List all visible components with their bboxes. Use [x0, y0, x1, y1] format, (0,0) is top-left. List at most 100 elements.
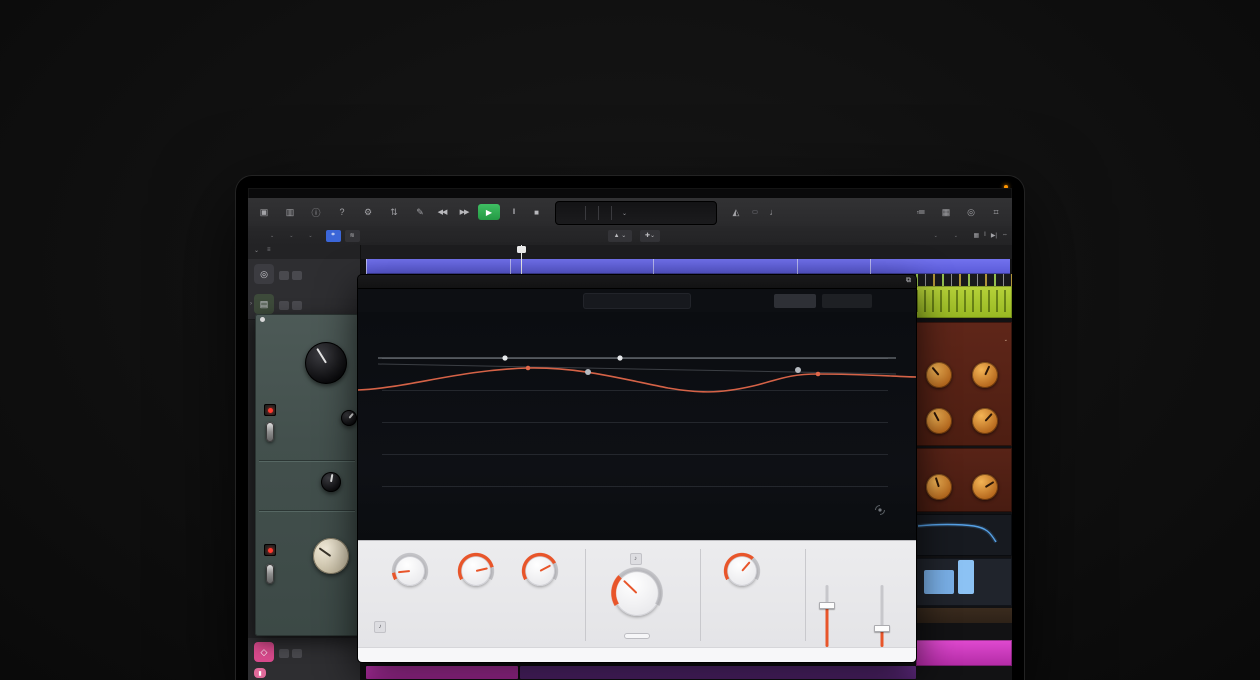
midi-region-magenta[interactable]	[916, 640, 1012, 666]
track-header-batterie[interactable]: ◎	[248, 259, 360, 290]
distance-knob[interactable]	[727, 556, 757, 586]
rewind-button[interactable]: ◀◀	[434, 208, 450, 216]
cutoff-knob[interactable]	[926, 362, 952, 388]
eq-handle[interactable]	[795, 367, 801, 373]
pause-button[interactable]: ‖	[506, 209, 522, 216]
curve-point[interactable]	[816, 372, 821, 377]
toggle-switch[interactable]	[266, 422, 274, 442]
zoom-icon[interactable]: ⇔	[1002, 232, 1008, 239]
playhead-handle[interactable]	[517, 246, 526, 253]
catch-playhead-icon[interactable]: ▦	[973, 232, 979, 239]
low-boost-knob[interactable]	[305, 342, 347, 384]
purple-region[interactable]	[520, 666, 916, 679]
freeze-button[interactable]	[624, 633, 650, 639]
mixer-icon[interactable]: ▥	[282, 207, 298, 218]
scroll-icon[interactable]: ▶|	[991, 232, 997, 239]
menu-functions[interactable]: ⌄	[287, 233, 293, 239]
room-type-selector[interactable]	[583, 293, 691, 309]
grid-snap-icon[interactable]: ⌗	[326, 230, 341, 242]
dry-slider[interactable]	[819, 602, 835, 609]
attack-knob[interactable]	[395, 556, 425, 586]
pencil-icon[interactable]: ✎	[412, 207, 428, 218]
mute-button[interactable]	[279, 271, 289, 280]
reverb-output-icon[interactable]	[872, 502, 888, 518]
time-r-knob[interactable]	[972, 408, 998, 434]
note-pads-icon[interactable]: ▦	[938, 207, 954, 218]
bar-ruler[interactable]	[248, 245, 1012, 260]
density-knob[interactable]	[525, 556, 555, 586]
secondary-tool-selector[interactable]: ✚⌄	[640, 230, 660, 242]
audio-region[interactable]	[366, 259, 510, 274]
size-control	[446, 549, 506, 586]
curve-point[interactable]	[526, 366, 531, 371]
er-output-knob[interactable]	[972, 474, 998, 500]
link-window-icon[interactable]: ⧉	[906, 277, 911, 285]
settings-gear-icon[interactable]: ⚙	[360, 207, 376, 218]
audio-region[interactable]	[797, 259, 870, 274]
tab-details[interactable]	[822, 294, 872, 308]
solo-button[interactable]	[292, 271, 302, 280]
play-button[interactable]: ▶	[478, 204, 500, 220]
in-button[interactable]	[264, 544, 276, 556]
list-editors-icon[interactable]: ≔	[913, 207, 929, 218]
metronome-icon[interactable]: ◭	[728, 207, 744, 218]
mute-button[interactable]	[279, 301, 289, 310]
toolbox-icon[interactable]: ▣	[256, 207, 272, 218]
count-in-icon[interactable]	[752, 210, 758, 214]
decay-knob[interactable]	[614, 570, 660, 616]
audio-region[interactable]	[653, 259, 797, 274]
in-button[interactable]	[264, 404, 276, 416]
sync-note-icon[interactable]: ♪	[374, 621, 386, 633]
time-l-knob[interactable]	[926, 408, 952, 434]
midi-region-green[interactable]	[916, 286, 1012, 318]
browser-icon[interactable]: ◎	[963, 207, 979, 218]
audio-region[interactable]	[510, 259, 653, 274]
toggle-switch[interactable]	[266, 564, 274, 584]
menu-edit[interactable]: ⌄	[268, 233, 274, 239]
window-close-icon[interactable]	[260, 317, 265, 322]
tuner-icon[interactable]: ♩	[766, 207, 782, 217]
eq-handle[interactable]	[502, 355, 507, 360]
damping-eq-display[interactable]	[358, 312, 916, 540]
filter-curve-panel[interactable]	[916, 514, 1012, 556]
chevron-down-icon[interactable]: ⌄	[622, 210, 627, 217]
eq-handle[interactable]	[585, 369, 591, 375]
track-header-sonnaille[interactable]: ◇	[248, 638, 360, 667]
chevron-down-icon: ⌄	[289, 233, 293, 239]
eq-handle[interactable]	[617, 355, 622, 360]
low-select-knob[interactable]	[341, 410, 357, 426]
menu-view[interactable]: ⌄	[306, 233, 312, 239]
editors-icon[interactable]: ⇅	[386, 207, 402, 218]
tab-main[interactable]	[774, 294, 816, 308]
delay-mix-knob[interactable]	[972, 362, 998, 388]
smart-controls-icon[interactable]: ⓘ	[308, 206, 324, 219]
wet-control	[857, 549, 907, 644]
stop-button[interactable]: ■	[528, 208, 544, 217]
quick-help-icon[interactable]: ?	[334, 207, 350, 217]
er-mix-knob[interactable]	[926, 474, 952, 500]
pointer-tool-selector[interactable]: ▲ ⌄	[608, 230, 632, 242]
controls-icon[interactable]: ⌗	[988, 207, 1004, 218]
mid-knob[interactable]	[321, 472, 341, 492]
chromaverb-title-bar[interactable]: ⧉	[358, 275, 916, 289]
track-zoom-icon[interactable]: ≡	[267, 247, 271, 254]
solo-button[interactable]	[292, 301, 302, 310]
crossfade-icon[interactable]: ≋	[345, 230, 360, 242]
lcd-display[interactable]: ⌄	[555, 201, 717, 225]
sync-note-icon[interactable]: ♪	[630, 553, 642, 565]
mute-button[interactable]	[279, 649, 289, 658]
audio-region[interactable]	[870, 259, 1010, 274]
decay-control: ♪	[603, 545, 671, 644]
global-tracks-icon[interactable]: ⌄	[254, 247, 259, 254]
disclosure-triangle-icon[interactable]: ›	[250, 301, 252, 307]
track-header-conga[interactable]: ▮	[248, 666, 360, 680]
midi-region-multicolor[interactable]	[916, 274, 1012, 286]
conga-region[interactable]	[366, 666, 518, 679]
text-tool-icon[interactable]: I	[984, 232, 986, 239]
solo-button[interactable]	[292, 649, 302, 658]
chromaverb-strip-label[interactable]	[916, 608, 1012, 623]
size-knob[interactable]	[461, 556, 491, 586]
wet-slider[interactable]	[874, 625, 890, 632]
low-freq-knob[interactable]	[313, 538, 349, 574]
forward-button[interactable]: ▶▶	[456, 208, 472, 216]
